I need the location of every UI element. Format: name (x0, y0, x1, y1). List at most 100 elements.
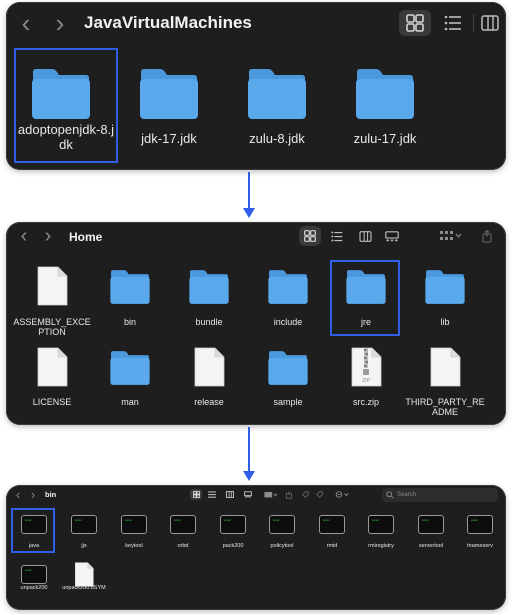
column-view-button[interactable] (354, 226, 376, 246)
search-icon (386, 491, 394, 499)
item-label-line: THIRD_PARTY_RE (405, 397, 485, 407)
item-label: LICENSE (11, 397, 93, 407)
grid-icon (304, 230, 316, 242)
terminal-exec-icon: exec (121, 515, 147, 534)
item-label: java (9, 543, 59, 549)
flow-arrow-down (243, 427, 255, 481)
item-label: unpack200.dSYM (59, 585, 109, 591)
folder-icon (268, 351, 308, 385)
grid-icon (406, 14, 424, 32)
item-label: sample (247, 397, 329, 407)
columns-icon (481, 15, 499, 31)
exec-text: exec (273, 518, 281, 522)
item-label-line: unpack200 (20, 585, 48, 591)
exec-text: exec (422, 518, 430, 522)
column-view-button[interactable] (224, 489, 236, 500)
item-label: lib (404, 317, 486, 327)
action-menu-button[interactable] (332, 489, 352, 500)
item-label-line: rmid (326, 543, 338, 549)
exec-text: exec (323, 518, 331, 522)
folder-icon (110, 351, 150, 385)
item-label-line: adoptopenjdk-8.j (17, 122, 115, 137)
window-title: bin (45, 490, 57, 499)
item-label: unpack200 (9, 585, 59, 591)
back-button[interactable]: ‹ (16, 8, 36, 38)
list-view-button[interactable] (326, 226, 348, 246)
terminal-exec-icon: exec (170, 515, 196, 534)
toolbar: ‹ › Home (6, 222, 506, 252)
finder-window-bin: ‹ › bin Search exec java exec jjs exec k… (6, 485, 506, 610)
forward-button[interactable]: › (40, 225, 56, 247)
item-label-line: man (121, 397, 139, 407)
search-placeholder: Search (397, 492, 417, 498)
exec-text: exec (372, 518, 380, 522)
item-label: rmiregistry (356, 543, 406, 549)
terminal-exec-icon: exec (368, 515, 394, 534)
item-label: src.zip (325, 397, 407, 407)
toolbar: ‹ › bin Search (6, 485, 506, 505)
grid-icon (192, 491, 200, 498)
group-icon (264, 491, 278, 497)
flow-arrow-down (243, 172, 255, 218)
tag-icon (301, 491, 309, 498)
item-label: zulu-8.jdk (249, 131, 305, 146)
gallery-view-button[interactable] (242, 489, 254, 500)
exec-text: exec (25, 568, 33, 572)
list-icon (331, 231, 343, 241)
item-label-line: src.zip (352, 397, 379, 407)
item-label: THIRD_PARTY_RE ADME (404, 397, 486, 418)
list-view-button[interactable] (438, 10, 468, 36)
item-label: jjs (59, 543, 109, 549)
terminal-exec-icon: exec (269, 515, 295, 534)
tag-button[interactable] (300, 489, 310, 500)
forward-button[interactable]: › (28, 487, 38, 502)
item-label: tnameserv (455, 543, 505, 549)
icon-view-button[interactable] (299, 226, 321, 246)
forward-button[interactable]: › (50, 8, 70, 38)
item-label-line: keytool (125, 543, 143, 549)
item-label-line: include (273, 317, 303, 327)
gallery-view-button[interactable] (381, 226, 403, 246)
share-icon (286, 490, 292, 499)
column-view-button[interactable] (478, 10, 502, 36)
share-button[interactable] (284, 489, 294, 500)
search-field[interactable]: Search (382, 488, 498, 502)
item-label: zulu-17.jdk (353, 131, 417, 146)
item-label-line: PTION (38, 327, 66, 338)
back-button[interactable]: ‹ (16, 225, 32, 247)
terminal-exec-icon: exec (467, 515, 493, 534)
item-label: ASSEMBLY_EXCE PTION (11, 317, 93, 338)
folder-icon (110, 270, 150, 304)
group-by-button[interactable] (262, 489, 280, 500)
group-by-button[interactable] (436, 226, 466, 246)
gallery-icon (385, 230, 399, 241)
zip-file-icon: ZIP (351, 347, 382, 387)
folder-icon (189, 270, 229, 304)
more-icon (335, 491, 348, 498)
document-icon (37, 266, 68, 306)
share-button[interactable] (478, 226, 496, 246)
columns-icon (358, 230, 372, 242)
tag-outline-icon (315, 491, 323, 498)
document-icon (37, 347, 68, 387)
folder-icon (140, 69, 198, 119)
exec-text: exec (471, 518, 479, 522)
folder-icon (346, 270, 386, 304)
item-label: man (89, 397, 171, 407)
folder-icon (248, 69, 306, 119)
item-label-line: bin (123, 317, 136, 327)
item-label-line: ASSEMBLY_EXCE (13, 317, 91, 327)
share-icon (482, 229, 492, 242)
back-button[interactable]: ‹ (13, 487, 23, 502)
edit-tags-button[interactable] (314, 489, 324, 500)
exec-text: exec (224, 518, 232, 522)
item-label-line: ADME (431, 407, 458, 418)
item-label: keytool (109, 543, 159, 549)
list-view-button[interactable] (206, 489, 218, 500)
icon-view-button[interactable] (399, 10, 431, 36)
item-label-line: orbd (177, 543, 189, 549)
icon-view-button[interactable] (190, 489, 202, 500)
item-label-line: dk (59, 136, 73, 152)
finder-window-home: ‹ › Home ASSEMBLY_EXCE PTION bin bundle … (6, 222, 506, 425)
finder-window-javavirtualmachines: ‹ › JavaVirtualMachines adoptopenjdk-8.j… (6, 2, 506, 170)
